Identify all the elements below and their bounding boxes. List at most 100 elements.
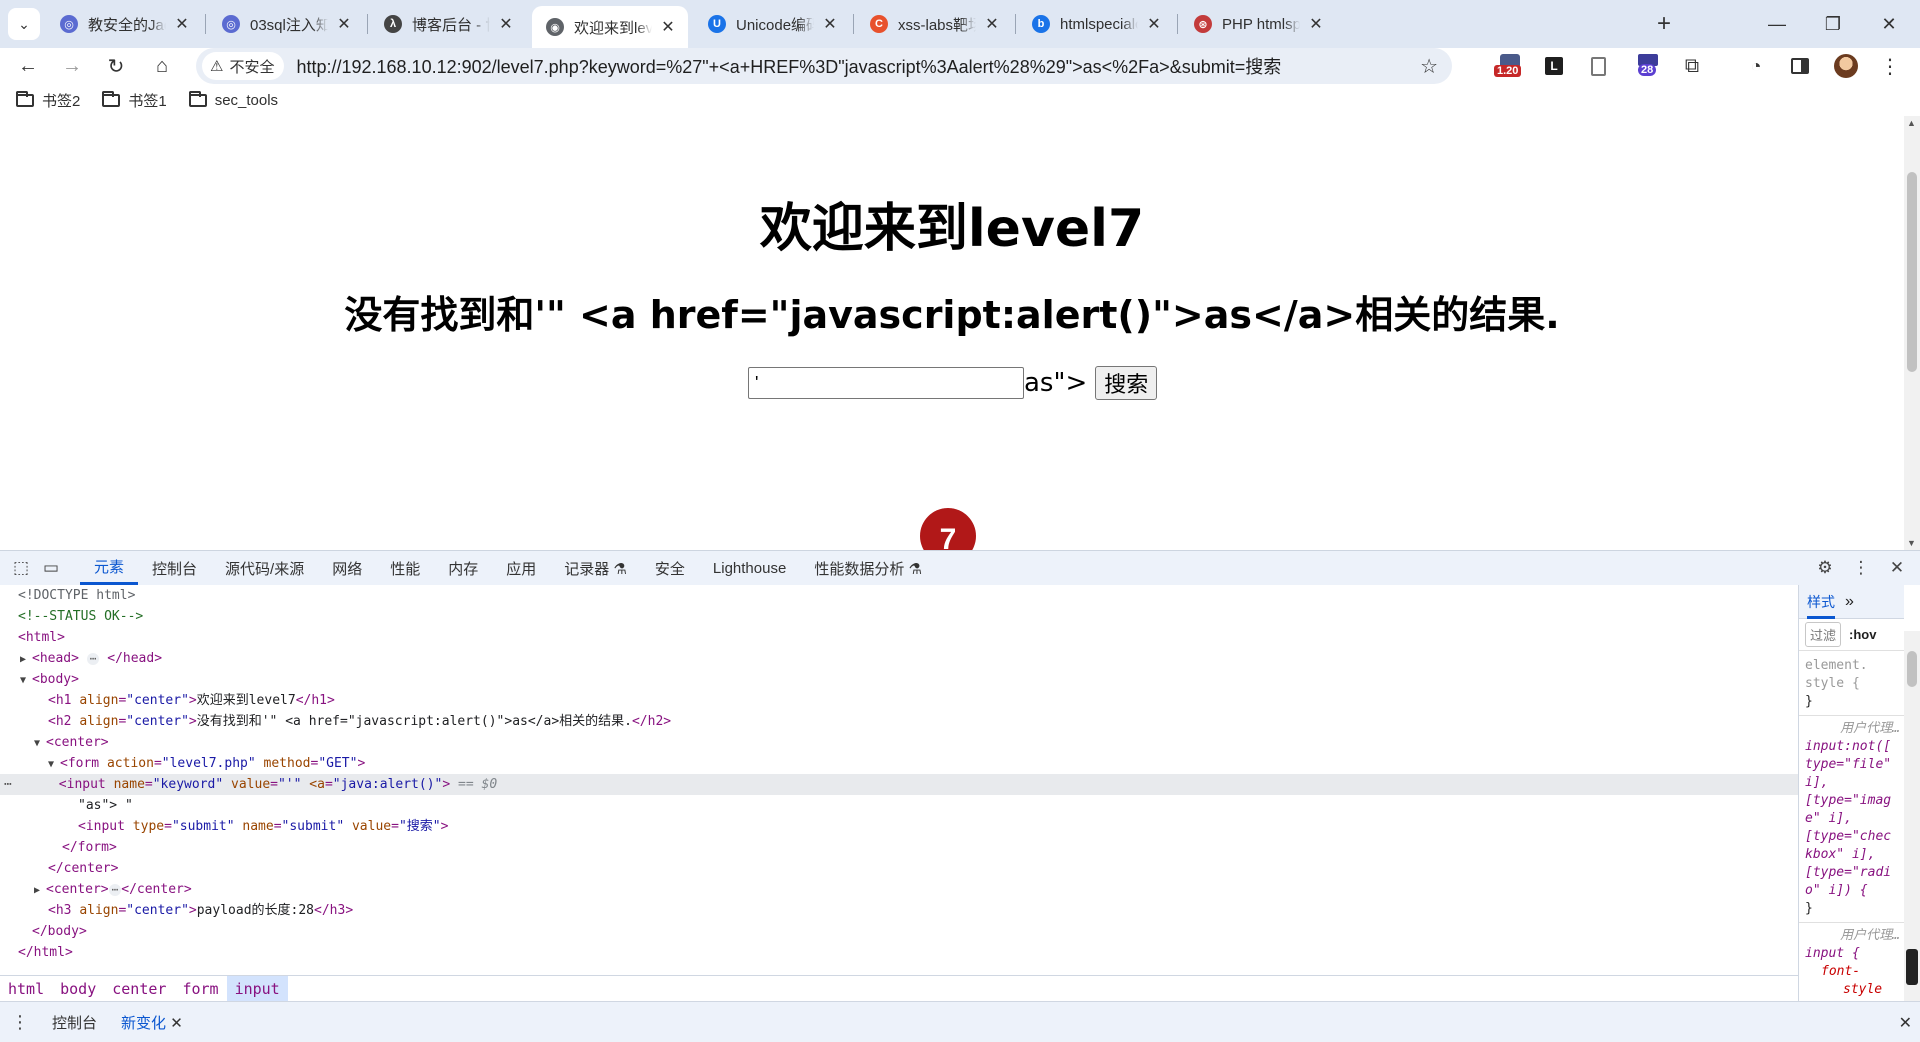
bookmark-star-icon[interactable]: ☆ (1420, 54, 1438, 79)
tab-search-button[interactable]: ⌄ (8, 8, 40, 40)
side-panel-icon[interactable] (1786, 52, 1814, 80)
devtools-tab-11[interactable]: 性能数据分析 ⚗ (800, 551, 936, 585)
devtools-tab-9[interactable]: 安全 (641, 551, 699, 585)
dom-body-open[interactable]: ▼ <body> (0, 669, 1798, 690)
browser-tab-6[interactable]: Cxss-labs靶场实战 ✕ (856, 6, 1012, 42)
devtools-tab-10[interactable]: Lighthouse (699, 551, 800, 585)
devtools-tab-8[interactable]: 记录器 ⚗ (550, 551, 641, 585)
dom-body-close[interactable]: </body> (0, 921, 1798, 942)
drawer-tab-changes[interactable]: 新变化 ✕ (109, 1012, 195, 1033)
tab-close-icon[interactable]: ✕ (982, 14, 1002, 34)
styles-scrollbar-thumb[interactable] (1907, 651, 1917, 687)
more-tabs-icon[interactable]: » (1845, 593, 1854, 611)
breadcrumb-body[interactable]: body (52, 976, 104, 1002)
dom-doctype[interactable]: <!DOCTYPE html> (0, 585, 1798, 606)
breadcrumb-form[interactable]: form (174, 976, 226, 1002)
dom-input-selected[interactable]: ⋯ <input name="keyword" value="'" <a="ja… (0, 774, 1798, 795)
tab-close-icon[interactable]: ✕ (658, 17, 678, 37)
dom-center-collapsed[interactable]: ▶ <center> ⋯ </center> (0, 879, 1798, 900)
graduation-extension-icon[interactable]: 28 (1634, 52, 1662, 80)
styles-filter-input[interactable]: 过滤 (1805, 622, 1842, 647)
dom-center-open[interactable]: ▼ <center> (0, 732, 1798, 753)
page-scrollbar[interactable]: ▲ ▼ (1904, 116, 1920, 550)
dom-comment[interactable]: <!--STATUS OK--> (0, 606, 1798, 627)
devtools-tab-7[interactable]: 应用 (492, 551, 550, 585)
dom-html-close[interactable]: </html> (0, 942, 1798, 963)
forward-button[interactable]: → (56, 50, 88, 82)
dom-text-node[interactable]: "as"> " (0, 795, 1798, 816)
tab-close-icon[interactable]: ✕ (1144, 14, 1164, 34)
tab-close-icon[interactable]: ✕ (820, 14, 840, 34)
tab-close-icon[interactable]: ✕ (172, 14, 192, 34)
dom-head[interactable]: ▶ <head> ⋯ </head> (0, 648, 1798, 669)
browser-tab-3[interactable]: λ 博客后台 - 博客园 ✕ (370, 6, 526, 42)
url-text[interactable]: http://192.168.10.12:902/level7.php?keyw… (296, 53, 1281, 79)
dom-html-open[interactable]: <html> (0, 627, 1798, 648)
dom-input-submit[interactable]: <input type="submit" name="submit" value… (0, 816, 1798, 837)
minimize-button[interactable]: — (1754, 6, 1800, 42)
devtools-tab-6[interactable]: 内存 (434, 551, 492, 585)
bookmark-folder-2[interactable]: 书签1 (102, 90, 167, 111)
devtools-tab-5[interactable]: 性能 (376, 551, 434, 585)
styles-scrollbar[interactable] (1904, 631, 1920, 1001)
browser-tab-8[interactable]: ⊛ PHP htmlspecia ✕ (1180, 6, 1336, 42)
dom-h1[interactable]: <h1 align="center">欢迎来到level7</h1> (0, 690, 1798, 711)
devtools-menu-icon[interactable]: ⋮ (1846, 553, 1876, 583)
devtools-tab-2[interactable]: 控制台 (138, 551, 211, 585)
performance-icon[interactable]: ◔ (1742, 52, 1770, 80)
keyword-input[interactable]: ' (748, 367, 1024, 399)
hov-toggle[interactable]: :hov (1849, 627, 1876, 642)
browser-tab-7[interactable]: b htmlspecialchar ✕ (1018, 6, 1174, 42)
home-button[interactable]: ⌂ (146, 50, 178, 82)
search-submit-button[interactable]: 搜索 (1095, 366, 1158, 400)
device-toolbar-icon[interactable]: ▭ (36, 553, 66, 583)
devtools-tab-3[interactable]: 源代码/来源 (211, 551, 318, 585)
bookmark-folder-1[interactable]: 书签2 (16, 90, 80, 111)
address-bar[interactable]: ⚠ 不安全 http://192.168.10.12:902/level7.ph… (196, 48, 1452, 84)
tab-close-icon[interactable]: ✕ (496, 14, 516, 34)
breadcrumb-input[interactable]: input (226, 975, 288, 1002)
menu-kebab-icon[interactable]: ⋮ (1876, 52, 1904, 80)
gear-icon[interactable]: ⚙ (1810, 553, 1840, 583)
breadcrumb-center[interactable]: center (104, 976, 174, 1002)
scroll-down-icon[interactable]: ▼ (1907, 538, 1916, 548)
browser-tab-2[interactable]: ◎ 03sql注入知识点 ✕ (208, 6, 364, 42)
back-button[interactable]: ← (12, 50, 44, 82)
close-icon[interactable]: ✕ (170, 1015, 183, 1032)
ua-stylesheet-label[interactable]: 用户代理… (1799, 715, 1904, 738)
leetcode-extension-icon[interactable]: L (1540, 52, 1568, 80)
scrollbar-thumb[interactable] (1907, 172, 1917, 372)
new-tab-button[interactable]: + (1650, 10, 1678, 38)
profile-avatar[interactable] (1832, 52, 1860, 80)
browser-tab-5[interactable]: U Unicode编码转换 ✕ (694, 6, 850, 42)
dom-h3[interactable]: <h3 align="center">payload的长度:28</h3> (0, 900, 1798, 921)
scroll-up-icon[interactable]: ▲ (1907, 118, 1916, 128)
tab-close-icon[interactable]: ✕ (334, 14, 354, 34)
close-drawer-icon[interactable]: ✕ (1899, 1013, 1912, 1033)
document-extension-icon[interactable] (1584, 52, 1612, 80)
tab-close-icon[interactable]: ✕ (1306, 14, 1326, 34)
inspect-element-icon[interactable]: ⬚ (6, 553, 36, 583)
site-info-chip[interactable]: ⚠ 不安全 (202, 52, 285, 80)
dom-form-close[interactable]: </form> (0, 837, 1798, 858)
breadcrumb-html[interactable]: html (0, 976, 52, 1002)
devtools-tab-1[interactable]: 元素 (80, 551, 139, 585)
browser-tab-1[interactable]: ◎ 教安全的Jaden的 ✕ (46, 6, 202, 42)
element-style-selector: element. (1805, 658, 1868, 673)
extension-badge-icon[interactable]: 1.20 (1494, 52, 1524, 80)
drawer-tab-console[interactable]: 控制台 (40, 1012, 109, 1033)
close-devtools-icon[interactable]: ✕ (1882, 553, 1912, 583)
dom-form-open[interactable]: ▼ <form action="level7.php" method="GET"> (0, 753, 1798, 774)
dom-center-close[interactable]: </center> (0, 858, 1798, 879)
devtools-tab-4[interactable]: 网络 (318, 551, 376, 585)
close-window-button[interactable]: ✕ (1866, 6, 1912, 42)
reload-button[interactable]: ↻ (100, 50, 132, 82)
dom-h2[interactable]: <h2 align="center">没有找到和'" <a href="java… (0, 711, 1798, 732)
tab-styles[interactable]: 样式 (1807, 585, 1835, 619)
browser-tab-4[interactable]: ◉ 欢迎来到level7 ✕ (532, 6, 688, 48)
ua-stylesheet-label-2[interactable]: 用户代理… (1799, 922, 1904, 945)
extensions-puzzle-icon[interactable]: ⧉ (1678, 52, 1706, 80)
restore-button[interactable]: ❐ (1810, 6, 1856, 42)
drawer-menu-icon[interactable]: ⋮ (0, 1012, 40, 1033)
bookmark-folder-3[interactable]: sec_tools (188, 90, 278, 109)
